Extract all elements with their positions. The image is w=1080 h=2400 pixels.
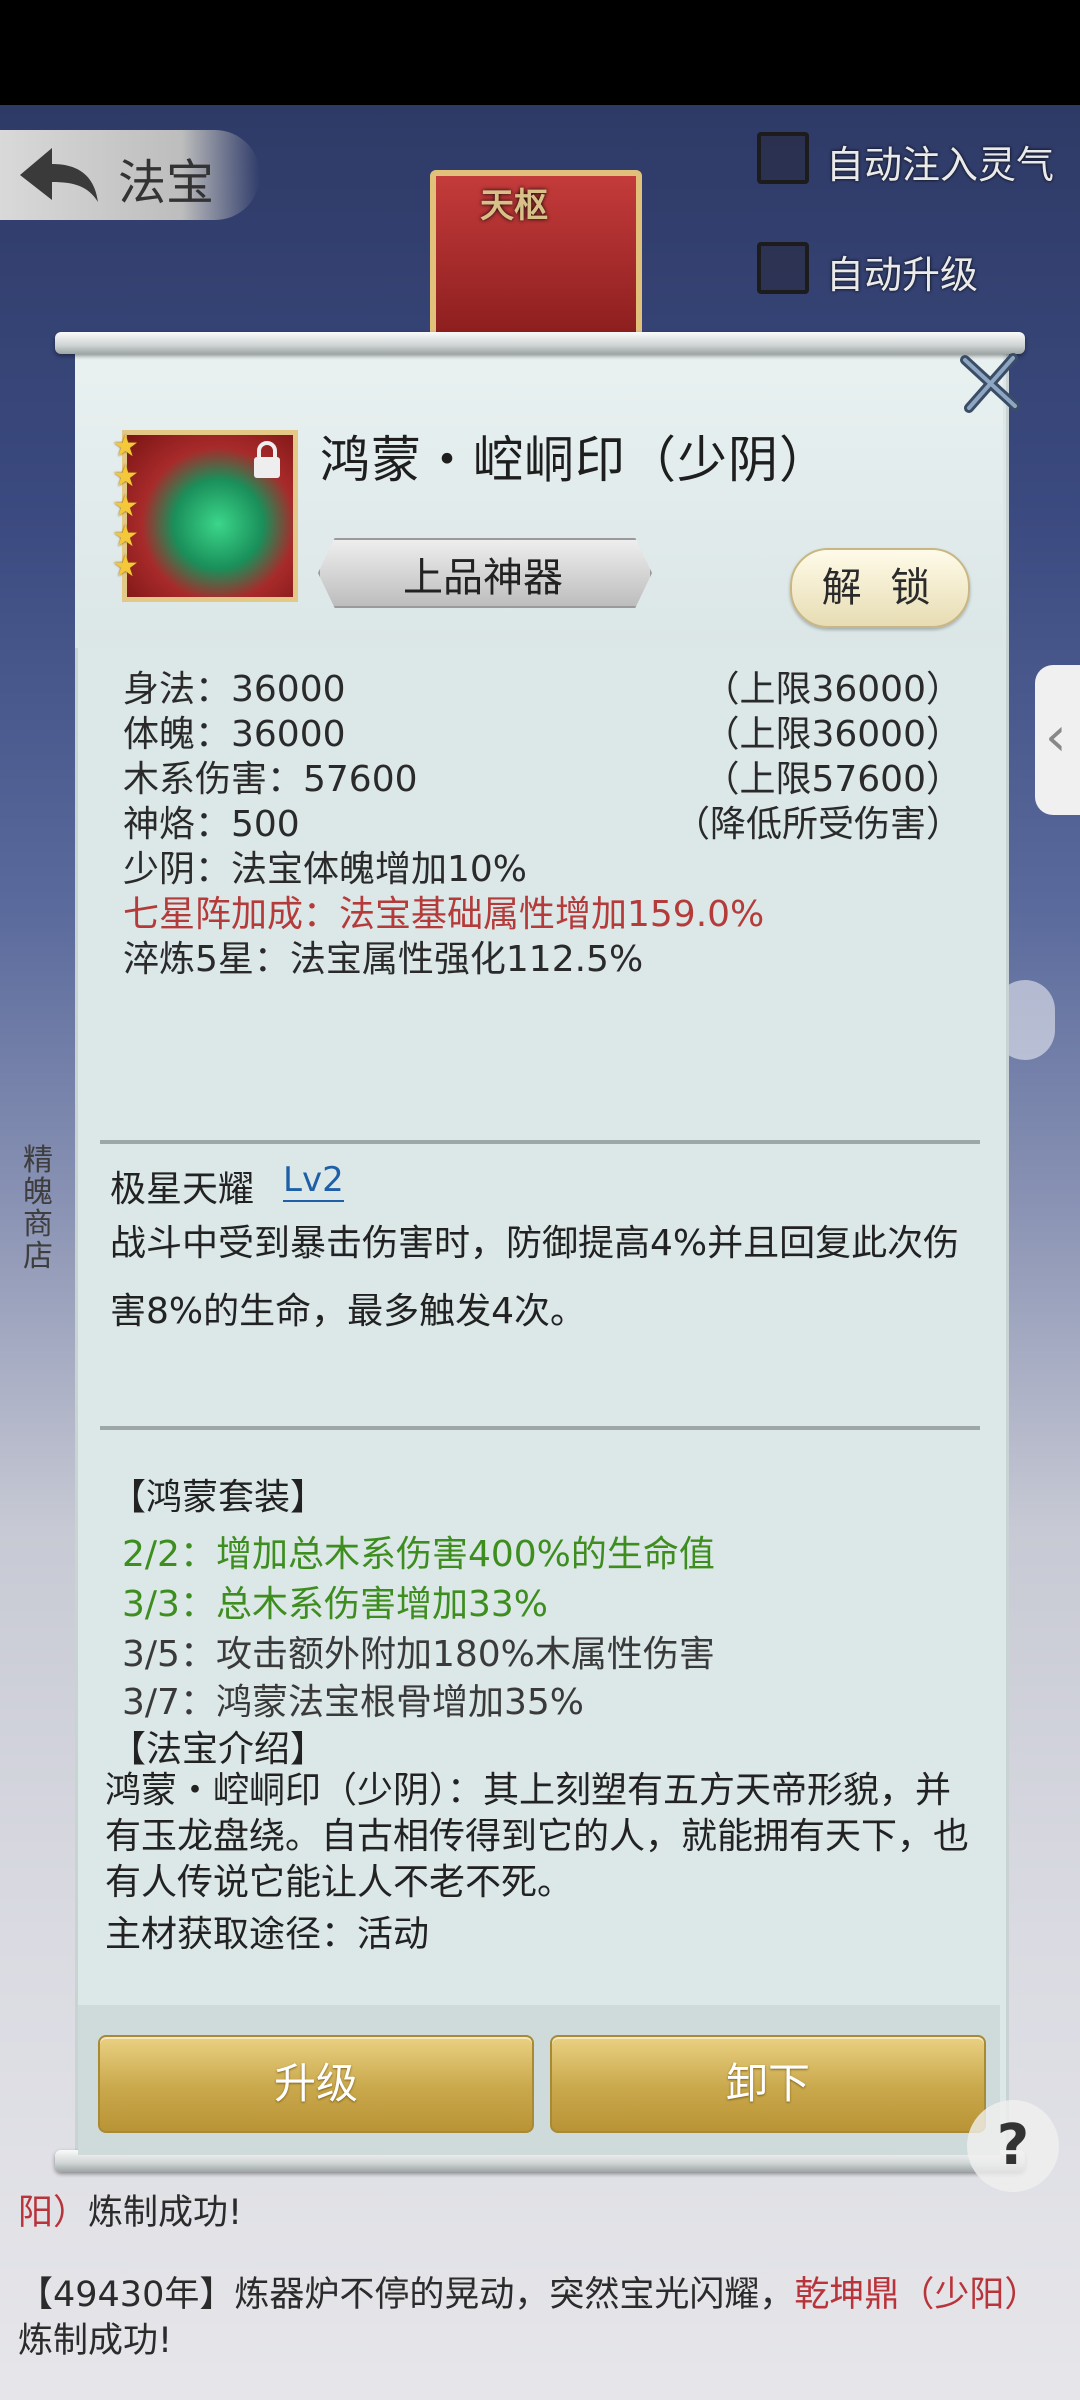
suite-bonus-inactive: 3/7：鸿蒙法宝根骨增加35% xyxy=(122,1682,584,1723)
grade-label: 上品神器 xyxy=(403,555,563,601)
star-icon: ★ xyxy=(112,549,139,584)
suite-bonus-inactive: 3/5：攻击额外附加180%木属性伤害 xyxy=(122,1634,715,1675)
divider xyxy=(100,1426,980,1430)
star-icon: ★ xyxy=(112,519,139,554)
star-icon: ★ xyxy=(112,459,139,494)
log-item-name: 阳） xyxy=(18,2193,89,2233)
side-drawer-tab[interactable]: ‹ xyxy=(1035,665,1080,815)
log-prefix: 【49430年】炼器炉不停的晃动，突然宝光闪耀， xyxy=(18,2275,795,2315)
log-suffix: 炼制成功! xyxy=(18,2321,173,2361)
star-icon: ★ xyxy=(112,489,139,524)
intro-text: 鸿蒙・崆峒印（少阴）：其上刻塑有五方天帝形貌，并有玉龙盘绕。自古相传得到它的人，… xyxy=(105,1770,970,1903)
auto-upgrade-label: 自动升级 xyxy=(826,253,979,297)
unlock-button[interactable]: 解 锁 xyxy=(790,548,970,628)
upgrade-button[interactable]: 升级 xyxy=(98,2035,534,2133)
shop-side-label[interactable]: 精魄商店 xyxy=(16,1145,60,1273)
slot-label: 天枢 xyxy=(480,186,548,226)
log-item-name: 乾坤鼎（少阳） xyxy=(794,2275,1040,2315)
lock-icon xyxy=(254,441,280,478)
star-icon: ★ xyxy=(112,429,139,464)
scroll-rod-top xyxy=(55,332,1025,354)
suite-bonus-active: 3/3：总木系伤害增加33% xyxy=(122,1584,548,1625)
auto-upgrade-checkbox[interactable] xyxy=(757,242,809,294)
auto-inject-checkbox[interactable] xyxy=(757,132,809,184)
skill-description: 战斗中受到暴击伤害时，防御提高4%并且回复此次伤害8%的生命，最多触发4次。 xyxy=(110,1223,960,1332)
status-bar xyxy=(0,0,1080,105)
divider xyxy=(100,1140,980,1144)
log-line-partial: 阳）炼制成功! xyxy=(18,2190,1068,2236)
chevron-left-icon: ‹ xyxy=(1045,705,1067,768)
auto-inject-label: 自动注入灵气 xyxy=(826,143,1055,187)
back-arrow-icon[interactable] xyxy=(12,140,102,210)
page-title: 法宝 xyxy=(118,155,215,211)
help-icon[interactable]: ? xyxy=(967,2100,1059,2192)
skill-level-link[interactable]: Lv2 xyxy=(283,1160,344,1202)
log-suffix: 炼制成功! xyxy=(88,2193,243,2233)
suite-title: 【鸿蒙套装】 xyxy=(110,1477,327,1518)
unequip-button[interactable]: 卸下 xyxy=(550,2035,986,2133)
suite-bonus-active: 2/2：增加总木系伤害400%的生命值 xyxy=(122,1534,715,1575)
log-line: 【49430年】炼器炉不停的晃动，突然宝光闪耀，乾坤鼎（少阳） 炼制成功! xyxy=(18,2272,1068,2364)
intro-title: 【法宝介绍】 xyxy=(110,1729,327,1770)
close-icon[interactable] xyxy=(955,348,1025,418)
attr-limit: （降低所受伤害） xyxy=(673,804,962,845)
item-name: 鸿蒙・崆峒印（少阴） xyxy=(320,431,830,489)
source-text: 主材获取途径：活动 xyxy=(105,1914,430,1955)
skill-name: 极星天耀 xyxy=(110,1169,255,1210)
bonus-line: 淬炼5星：法宝属性强化112.5% xyxy=(123,939,644,980)
